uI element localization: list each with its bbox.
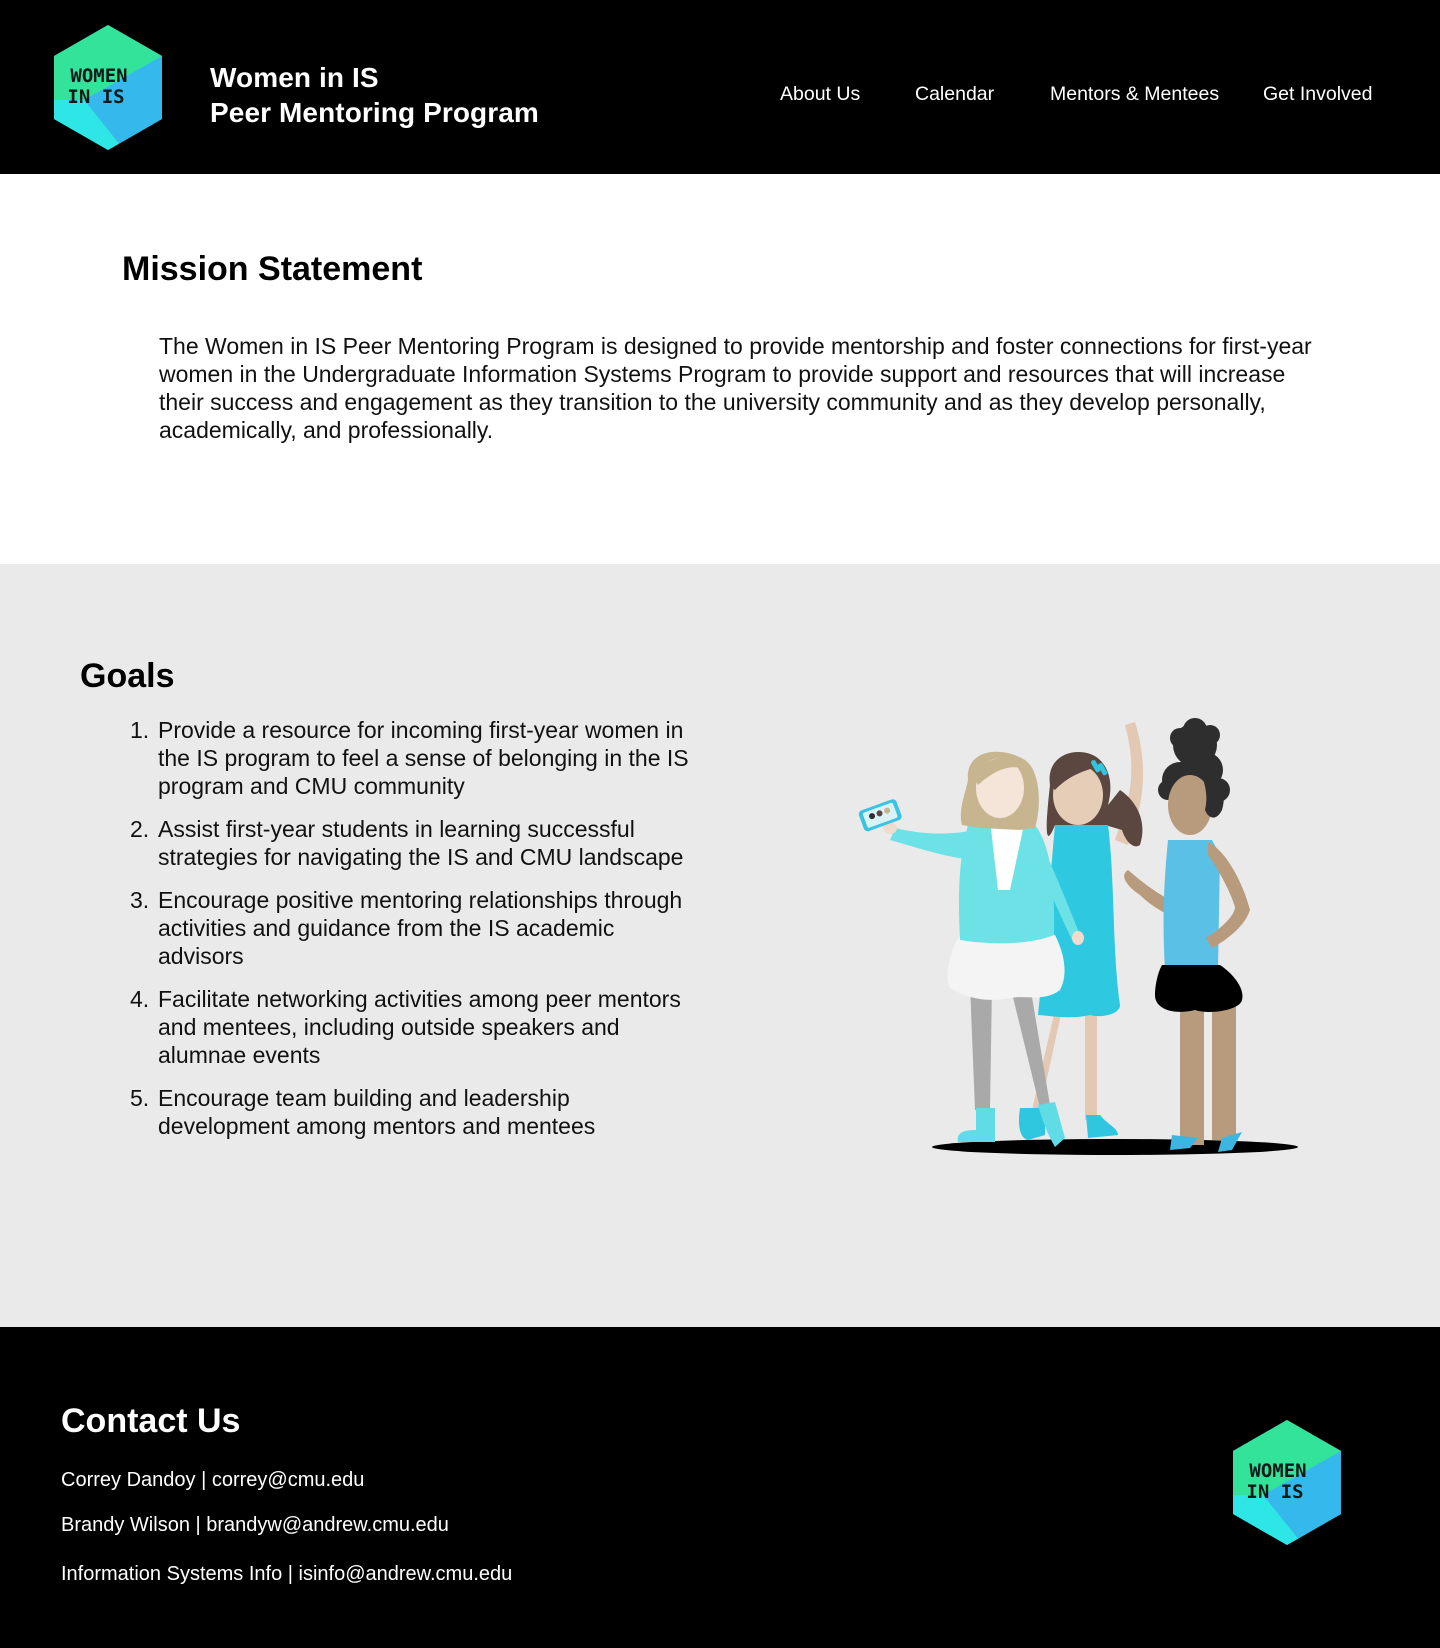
contact-item: Correy Dandoy | correy@cmu.edu	[61, 1467, 364, 1493]
goal-text: Provide a resource for incoming first-ye…	[158, 717, 689, 799]
goal-item: 3. Encourage positive mentoring relations…	[130, 886, 700, 970]
site-footer: Contact Us Correy Dandoy | correy@cmu.ed…	[0, 1327, 1440, 1648]
contact-name: Information Systems Info	[61, 1563, 283, 1585]
goal-text: Encourage positive mentoring relationshi…	[158, 887, 683, 969]
goal-item: 5. Encourage team building and leadership…	[130, 1084, 700, 1140]
goal-item: 2. Assist first-year students in learning…	[130, 815, 700, 871]
contact-item: Information Systems Info | isinfo@andrew…	[61, 1561, 512, 1587]
contact-separator: |	[195, 1469, 212, 1491]
three-women-selfie-illustration	[850, 710, 1300, 1160]
contact-email-link[interactable]: isinfo@andrew.cmu.edu	[299, 1563, 513, 1585]
goal-number: 2.	[130, 816, 150, 842]
contact-item: Brandy Wilson | brandyw@andrew.cmu.edu	[61, 1512, 449, 1538]
goal-number: 5.	[130, 1085, 150, 1111]
nav-about-us[interactable]: About Us	[780, 80, 860, 108]
logo-text-line2: IN IS	[1246, 1481, 1303, 1503]
mission-statement-text: The Women in IS Peer Mentoring Program i…	[159, 333, 1312, 443]
main-nav: About Us Calendar Mentors & Mentees Get …	[0, 80, 1440, 108]
mission-heading: Mission Statement	[122, 250, 423, 288]
goal-text: Facilitate networking activities among p…	[158, 986, 681, 1068]
figure-right	[1124, 718, 1250, 1152]
mission-section: Mission Statement The Women in IS Peer M…	[0, 174, 1440, 564]
contact-email-link[interactable]: correy@cmu.edu	[212, 1469, 365, 1491]
nav-get-involved[interactable]: Get Involved	[1263, 80, 1372, 108]
logo-text-line1: WOMEN	[1249, 1460, 1306, 1482]
footer-logo: WOMEN IN IS	[1233, 1420, 1341, 1545]
goal-item: 4. Facilitate networking activities among…	[130, 985, 700, 1069]
contact-separator: |	[189, 1514, 207, 1536]
site-header: WOMEN IN IS Women in IS Peer Mentoring P…	[0, 0, 1440, 174]
goal-text: Assist first-year students in learning s…	[158, 816, 684, 870]
goals-heading: Goals	[80, 657, 175, 695]
goal-number: 3.	[130, 887, 150, 913]
hexagon-logo-icon: WOMEN IN IS	[1233, 1420, 1341, 1545]
contact-email-link[interactable]: brandyw@andrew.cmu.edu	[206, 1514, 449, 1536]
contact-heading: Contact Us	[61, 1402, 241, 1440]
contact-name: Brandy Wilson	[61, 1514, 190, 1536]
goal-item: 1. Provide a resource for incoming first-…	[130, 716, 700, 800]
goal-text: Encourage team building and leadership d…	[158, 1085, 596, 1139]
contact-name: Correy Dandoy	[61, 1469, 196, 1491]
goals-section: Goals 1. Provide a resource for incoming …	[0, 564, 1440, 1327]
goals-list: 1. Provide a resource for incoming first-…	[130, 716, 700, 1155]
goal-number: 4.	[130, 986, 150, 1012]
goal-number: 1.	[130, 717, 150, 743]
illustration-image	[858, 718, 1298, 1155]
contact-separator: |	[282, 1563, 299, 1585]
nav-calendar[interactable]: Calendar	[915, 80, 994, 108]
nav-mentors-mentees[interactable]: Mentors & Mentees	[1050, 80, 1219, 108]
